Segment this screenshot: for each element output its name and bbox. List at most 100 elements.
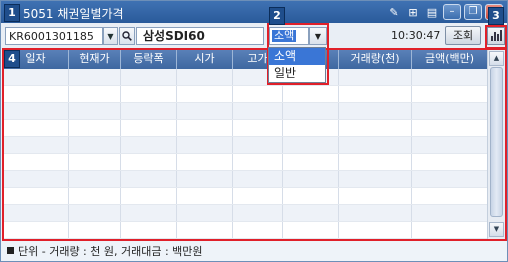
table-row[interactable] [3, 120, 487, 137]
table-cell [69, 205, 121, 221]
column-header-change[interactable]: 등락폭 [121, 49, 177, 69]
bond-name-field: 삼성SDI60 [136, 27, 264, 45]
table-row[interactable] [3, 69, 487, 86]
table-row[interactable] [3, 103, 487, 120]
table-cell [3, 120, 69, 136]
title-bar-controls: ✎ ⊞ ▤ – ❐ ✕ [386, 4, 503, 20]
table-cell [412, 222, 487, 238]
table-cell [121, 120, 177, 136]
table-row[interactable] [3, 86, 487, 103]
table-cell [283, 188, 339, 204]
title-bar[interactable]: 1 5051 채권일별가격 ✎ ⊞ ▤ – ❐ ✕ [1, 1, 507, 23]
table-cell [3, 137, 69, 153]
table-cell [3, 188, 69, 204]
amount-type-dropdown-button[interactable]: ▼ [309, 27, 327, 45]
table-cell [69, 171, 121, 187]
table-cell [412, 103, 487, 119]
table-cell [412, 154, 487, 170]
column-header-volume[interactable]: 거래량(천) [339, 49, 412, 69]
table-cell [412, 171, 487, 187]
table-cell [283, 222, 339, 238]
table-row[interactable] [3, 154, 487, 171]
chevron-down-icon: ▼ [314, 32, 322, 41]
table-cell [69, 86, 121, 102]
table-cell [69, 120, 121, 136]
chart-button[interactable] [487, 27, 505, 45]
table-cell [69, 188, 121, 204]
table-cell [3, 69, 69, 85]
table-cell [412, 137, 487, 153]
dropdown-option-small[interactable]: 소액 [269, 48, 325, 65]
table-cell [283, 120, 339, 136]
table-cell [412, 69, 487, 85]
table-cell [339, 86, 412, 102]
vertical-scrollbar[interactable]: ▲ ▼ [487, 49, 505, 239]
table-cell [233, 154, 283, 170]
table-cell [177, 188, 233, 204]
dropdown-option-general[interactable]: 일반 [269, 65, 325, 82]
window-title: 5051 채권일별가격 [23, 7, 124, 21]
column-header-price[interactable]: 현재가 [69, 49, 121, 69]
table-cell [339, 69, 412, 85]
table-cell [121, 205, 177, 221]
table-cell [339, 154, 412, 170]
menu-icon[interactable]: ▤ [424, 5, 440, 20]
table-row[interactable] [3, 222, 487, 239]
table-cell [3, 171, 69, 187]
callout-badge-1: 1 [4, 4, 20, 22]
table-cell [121, 69, 177, 85]
table-cell [233, 120, 283, 136]
table-cell [233, 137, 283, 153]
table-cell [339, 188, 412, 204]
table-cell [177, 120, 233, 136]
table-cell [3, 103, 69, 119]
table-cell [283, 103, 339, 119]
column-header-open[interactable]: 시가 [177, 49, 233, 69]
app-window: 1 5051 채권일별가격 ✎ ⊞ ▤ – ❐ ✕ KR6001301185 ▼… [0, 0, 508, 262]
table-cell [3, 86, 69, 102]
column-header-amount[interactable]: 금액(백만) [412, 49, 487, 69]
table-row[interactable] [3, 171, 487, 188]
table-row[interactable] [3, 188, 487, 205]
pin-icon[interactable]: ✎ [386, 5, 402, 20]
restore-button[interactable]: ❐ [464, 4, 482, 20]
table-cell [233, 103, 283, 119]
scroll-thumb[interactable] [490, 67, 503, 217]
table-cell [69, 137, 121, 153]
table-cell [412, 188, 487, 204]
table-cell [233, 86, 283, 102]
bond-code-input[interactable]: KR6001301185 [5, 27, 103, 45]
table-cell [339, 103, 412, 119]
minimize-button[interactable]: – [443, 4, 461, 20]
amount-type-select[interactable]: 소액 [269, 27, 309, 45]
table-cell [69, 222, 121, 238]
grid-icon[interactable]: ⊞ [405, 5, 421, 20]
table-cell [177, 171, 233, 187]
table-cell [121, 137, 177, 153]
table-cell [339, 222, 412, 238]
table-cell [233, 222, 283, 238]
table-row[interactable] [3, 137, 487, 154]
table-cell [283, 86, 339, 102]
table-cell [233, 188, 283, 204]
bullet-square-icon [7, 247, 14, 254]
query-button[interactable]: 조회 [445, 26, 481, 45]
table-cell [339, 171, 412, 187]
table-cell [121, 86, 177, 102]
table-cell [412, 120, 487, 136]
table-cell [3, 222, 69, 238]
chevron-up-icon: ▲ [493, 54, 500, 62]
scroll-up-button[interactable]: ▲ [489, 51, 504, 66]
unit-note-text: 단위 - 거래량 : 천 원, 거래대금 : 백만원 [18, 245, 203, 258]
search-button[interactable] [119, 27, 135, 45]
scroll-down-button[interactable]: ▼ [489, 222, 504, 237]
table-cell [69, 69, 121, 85]
table-cell [283, 171, 339, 187]
bond-code-dropdown-button[interactable]: ▼ [103, 27, 118, 45]
table-cell [233, 205, 283, 221]
table-cell [233, 171, 283, 187]
table-cell [121, 103, 177, 119]
table-cell [177, 222, 233, 238]
table-cell [177, 137, 233, 153]
table-row[interactable] [3, 205, 487, 222]
